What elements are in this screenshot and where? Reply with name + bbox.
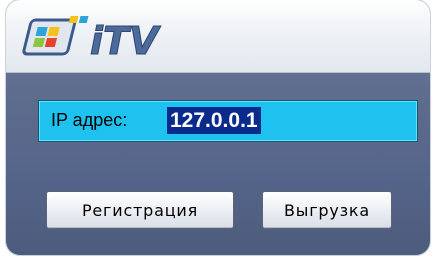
ip-address-field[interactable]: IP адрес: 127.0.0.1 [38, 100, 418, 142]
logo-text: iTV [90, 19, 161, 63]
register-button[interactable]: Регистрация [46, 191, 234, 229]
itv-logo-icon: iTV [22, 16, 161, 64]
itv-login-window: iTV IP адрес: 127.0.0.1 Регистрация Выгр… [6, 0, 430, 255]
ip-address-input[interactable]: 127.0.0.1 [167, 107, 261, 134]
upload-button[interactable]: Выгрузка [262, 191, 392, 229]
ip-address-label: IP адрес: [51, 110, 128, 130]
header-bar: iTV [6, 0, 430, 73]
